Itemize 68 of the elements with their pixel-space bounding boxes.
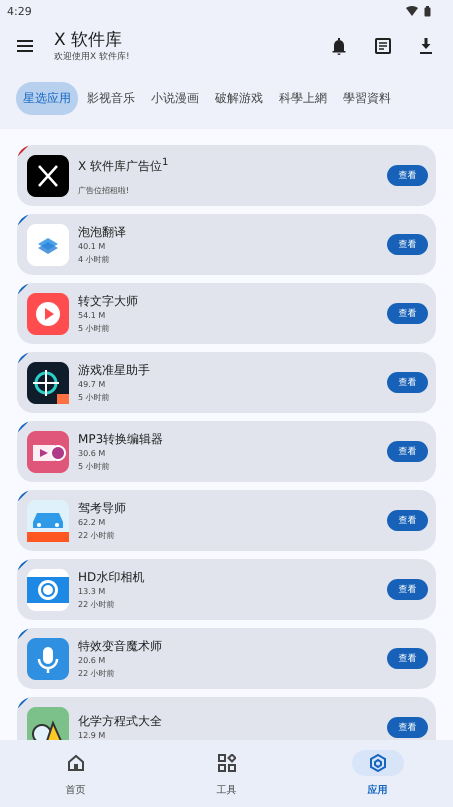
status-time: 4:29	[7, 4, 32, 18]
ad-note: 广告位招租啦!	[78, 184, 130, 196]
app-name: HD水印相机	[78, 568, 146, 584]
update-time: 5 小时前	[78, 392, 111, 404]
cross-icon	[27, 154, 69, 196]
update-time: 5 小时前	[78, 322, 111, 334]
app-name: 驾考导师	[78, 500, 127, 516]
nav-item[interactable]: 首页	[36, 749, 116, 798]
play-icon	[27, 292, 69, 334]
app-size: 62.2 M	[78, 516, 106, 528]
app-size: 20.6 M	[78, 654, 106, 666]
app-card[interactable]: 化学方程式大全 12.9 M 查看	[17, 697, 436, 740]
view-button[interactable]: 查看	[387, 165, 428, 186]
app-size: 40.1 M	[78, 240, 106, 252]
hexagon-icon	[368, 754, 386, 772]
app-name: 游戏准星助手	[78, 362, 151, 378]
car-icon	[27, 500, 69, 542]
nav-item[interactable]: 应用	[338, 749, 418, 798]
update-time: 22 小时前	[78, 668, 116, 680]
update-time: 5 小时前	[78, 460, 111, 472]
camera-icon	[27, 568, 69, 610]
app-subtitle: 欢迎使用X 软件库!	[54, 50, 131, 62]
view-button[interactable]: 查看	[387, 372, 428, 393]
view-button[interactable]: 查看	[387, 234, 428, 255]
app-size: 54.1 M	[78, 310, 106, 322]
category-tab[interactable]: 科學上網	[272, 82, 334, 115]
view-button[interactable]: 查看	[387, 303, 428, 324]
category-tab[interactable]: 影视音乐	[80, 82, 142, 115]
film-icon	[27, 430, 69, 472]
app-card[interactable]: 游戏准星助手 49.7 M 5 小时前 查看	[17, 352, 436, 413]
app-name: 泡泡翻译	[78, 224, 127, 240]
app-size: 30.6 M	[78, 448, 106, 460]
app-size: 49.7 M	[78, 378, 106, 390]
wifi-icon	[406, 6, 418, 16]
category-tab[interactable]: 學習資料	[336, 82, 398, 115]
app-size: 13.3 M	[78, 586, 106, 598]
update-time: 22 小时前	[78, 530, 116, 542]
view-button[interactable]: 查看	[387, 441, 428, 462]
nav-item[interactable]: 工具	[186, 749, 266, 798]
view-button[interactable]: 查看	[387, 579, 428, 600]
app-name: 转文字大师	[78, 292, 139, 308]
update-time: 22 小时前	[78, 598, 116, 610]
app-card[interactable]: 驾考导师 62.2 M 22 小时前 查看	[17, 490, 436, 551]
app-card[interactable]: 泡泡翻译 40.1 M 4 小时前 查看	[17, 214, 436, 275]
view-button[interactable]: 查看	[387, 510, 428, 531]
app-card[interactable]: X 软件库广告位$^{1}$ 广告位招租啦! 查看	[17, 145, 436, 206]
update-time: 4 小时前	[78, 254, 111, 266]
app-name: MP3转换编辑器	[78, 430, 164, 446]
grid-icon	[218, 754, 236, 772]
app-title: X 软件库	[54, 30, 124, 50]
app-card[interactable]: MP3转换编辑器 30.6 M 5 小时前 查看	[17, 421, 436, 482]
category-tab[interactable]: 破解游戏	[208, 82, 270, 115]
app-card[interactable]: 转文字大师 54.1 M 5 小时前 查看	[17, 283, 436, 344]
view-button[interactable]: 查看	[387, 717, 428, 738]
view-button[interactable]: 查看	[387, 648, 428, 669]
microphone-icon	[27, 638, 69, 680]
app-name: 化学方程式大全	[78, 713, 163, 729]
crosshair-icon	[27, 362, 69, 404]
app-card[interactable]: 特效变音魔术师 20.6 M 22 小时前 查看	[17, 628, 436, 689]
category-tab[interactable]: 星选应用	[16, 82, 78, 115]
app-card[interactable]: HD水印相机 13.3 M 22 小时前 查看	[17, 559, 436, 620]
app-name: X 软件库广告位$^{1}$	[78, 156, 170, 174]
category-tab[interactable]: 小说漫画	[144, 82, 206, 115]
app-size: 12.9 M	[78, 730, 106, 740]
layers-icon	[27, 224, 69, 266]
app-name: 特效变音魔术师	[78, 638, 163, 654]
battery-icon	[424, 6, 431, 16]
house-icon	[66, 754, 84, 772]
